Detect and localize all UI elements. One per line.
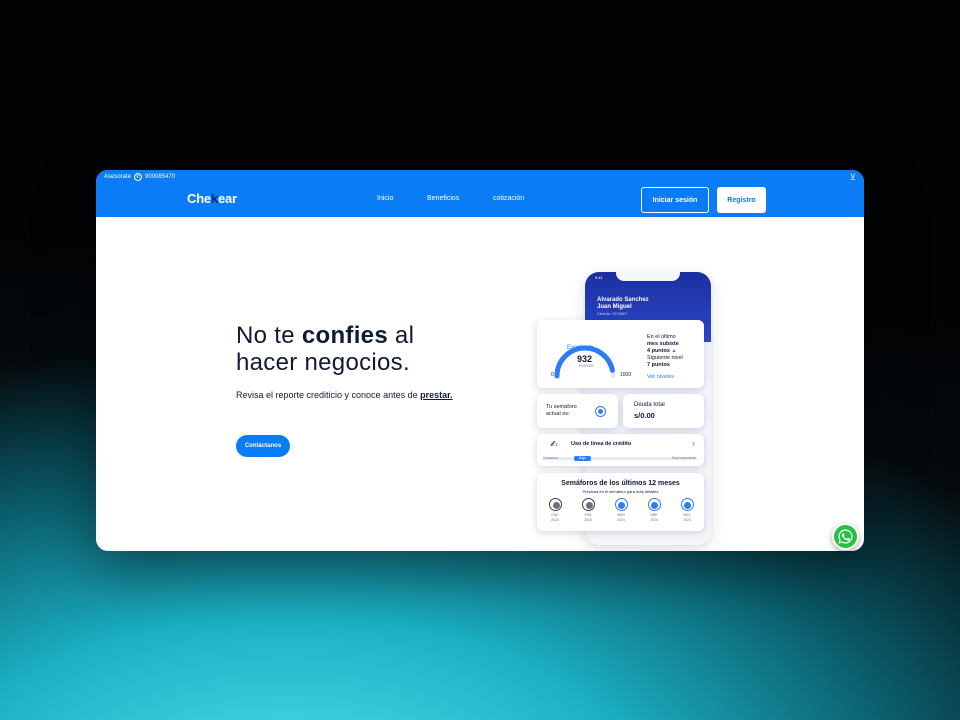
nav-item-beneficios[interactable]: Beneficios	[427, 195, 493, 202]
phone-icon: ✆	[134, 173, 143, 181]
contact-cta-button[interactable]: Contáctanos	[236, 435, 290, 457]
semaforo-dot-icon	[595, 406, 606, 417]
score-info: En el último mes subiste 4 puntos ▲ Sigu…	[647, 334, 683, 368]
semaforos-title: Semáforos de los últimos 12 meses	[561, 480, 680, 487]
header-bar: Asesorate ✆ 900085470 ⊻ Chekear Inicio B…	[96, 170, 864, 217]
credit-line-card[interactable]: ✍ Uso de línea de crédito › Consumo Bajo…	[537, 434, 704, 466]
current-semaforo-card[interactable]: Tu semáforo actual es:	[537, 394, 618, 428]
credit-line-right-label: Muy importante	[671, 456, 696, 460]
score-min: 0	[551, 372, 554, 378]
user-id: Cédula: 1234567	[597, 311, 628, 316]
main-nav: Inicio Beneficios cotización	[377, 195, 524, 202]
month-semaforo[interactable]: ABR 2024	[647, 498, 661, 522]
user-name: Alvarado Sanchez Juan Miguel	[597, 297, 649, 310]
semaforo-label: Tu semáforo actual es:	[546, 404, 577, 417]
month-semaforo[interactable]: MAY 2024	[680, 498, 694, 522]
month-semaforo[interactable]: MAR 2024	[614, 498, 628, 522]
toggle-icon[interactable]: ⊻	[849, 172, 856, 183]
debt-value: s/0.00	[634, 411, 655, 420]
logo[interactable]: Chekear	[187, 191, 237, 206]
phone-time: 9:41	[595, 275, 603, 280]
month-semaforo[interactable]: ENE 2024	[548, 498, 562, 522]
chevron-right-icon[interactable]: ›	[692, 438, 695, 448]
semaforos-subtitle: Presiona en el semáforo para más detalle…	[582, 489, 659, 494]
contact-info[interactable]: Asesorate ✆ 900085470	[104, 173, 175, 181]
nav-item-cotizacion[interactable]: cotización	[493, 195, 524, 202]
debt-label: Deuda total	[634, 402, 665, 408]
hero-subtitle: Revisa el reporte crediticio y conoce an…	[236, 390, 453, 400]
phone-notch	[616, 272, 680, 281]
score-level: Excelente	[567, 345, 594, 351]
total-debt-card[interactable]: Deuda total s/0.00	[623, 394, 704, 428]
browser-page: Asesorate ✆ 900085470 ⊻ Chekear Inicio B…	[96, 170, 864, 551]
hero-subtitle-emphasis: prestar.	[420, 390, 453, 400]
view-levels-link[interactable]: Ver niveles	[647, 374, 674, 380]
credit-line-left-label: Consumo	[543, 456, 558, 460]
credit-line-title: Uso de línea de crédito	[571, 441, 632, 447]
month-semaforo[interactable]: FEB 2024	[581, 498, 595, 522]
hero-heading: No te confies al hacer negocios.	[236, 322, 415, 376]
whatsapp-icon[interactable]	[832, 523, 859, 550]
hand-card-icon: ✍	[550, 439, 558, 449]
nav-item-inicio[interactable]: Inicio	[377, 195, 427, 202]
contact-label: Asesorate	[104, 174, 132, 180]
score-value: 932	[577, 354, 593, 364]
register-button[interactable]: Registro	[717, 187, 766, 213]
login-button[interactable]: Iniciar sesión	[641, 187, 709, 213]
score-max: 1000	[620, 372, 632, 378]
credit-line-chip: Bajo	[574, 456, 591, 461]
contact-phone[interactable]: 900085470	[145, 174, 175, 180]
months-row: ENE 2024 FEB 2024 MAR 2024 ABR 2024 MAY 2024	[548, 498, 698, 528]
score-card[interactable]: Excelente 932 PUNTOS 0 1000 En el último…	[537, 320, 704, 388]
up-arrow-icon: ▲	[671, 348, 677, 354]
semaforos-history-card: Semáforos de los últimos 12 meses Presio…	[537, 473, 704, 531]
score-unit: PUNTOS	[579, 364, 594, 368]
